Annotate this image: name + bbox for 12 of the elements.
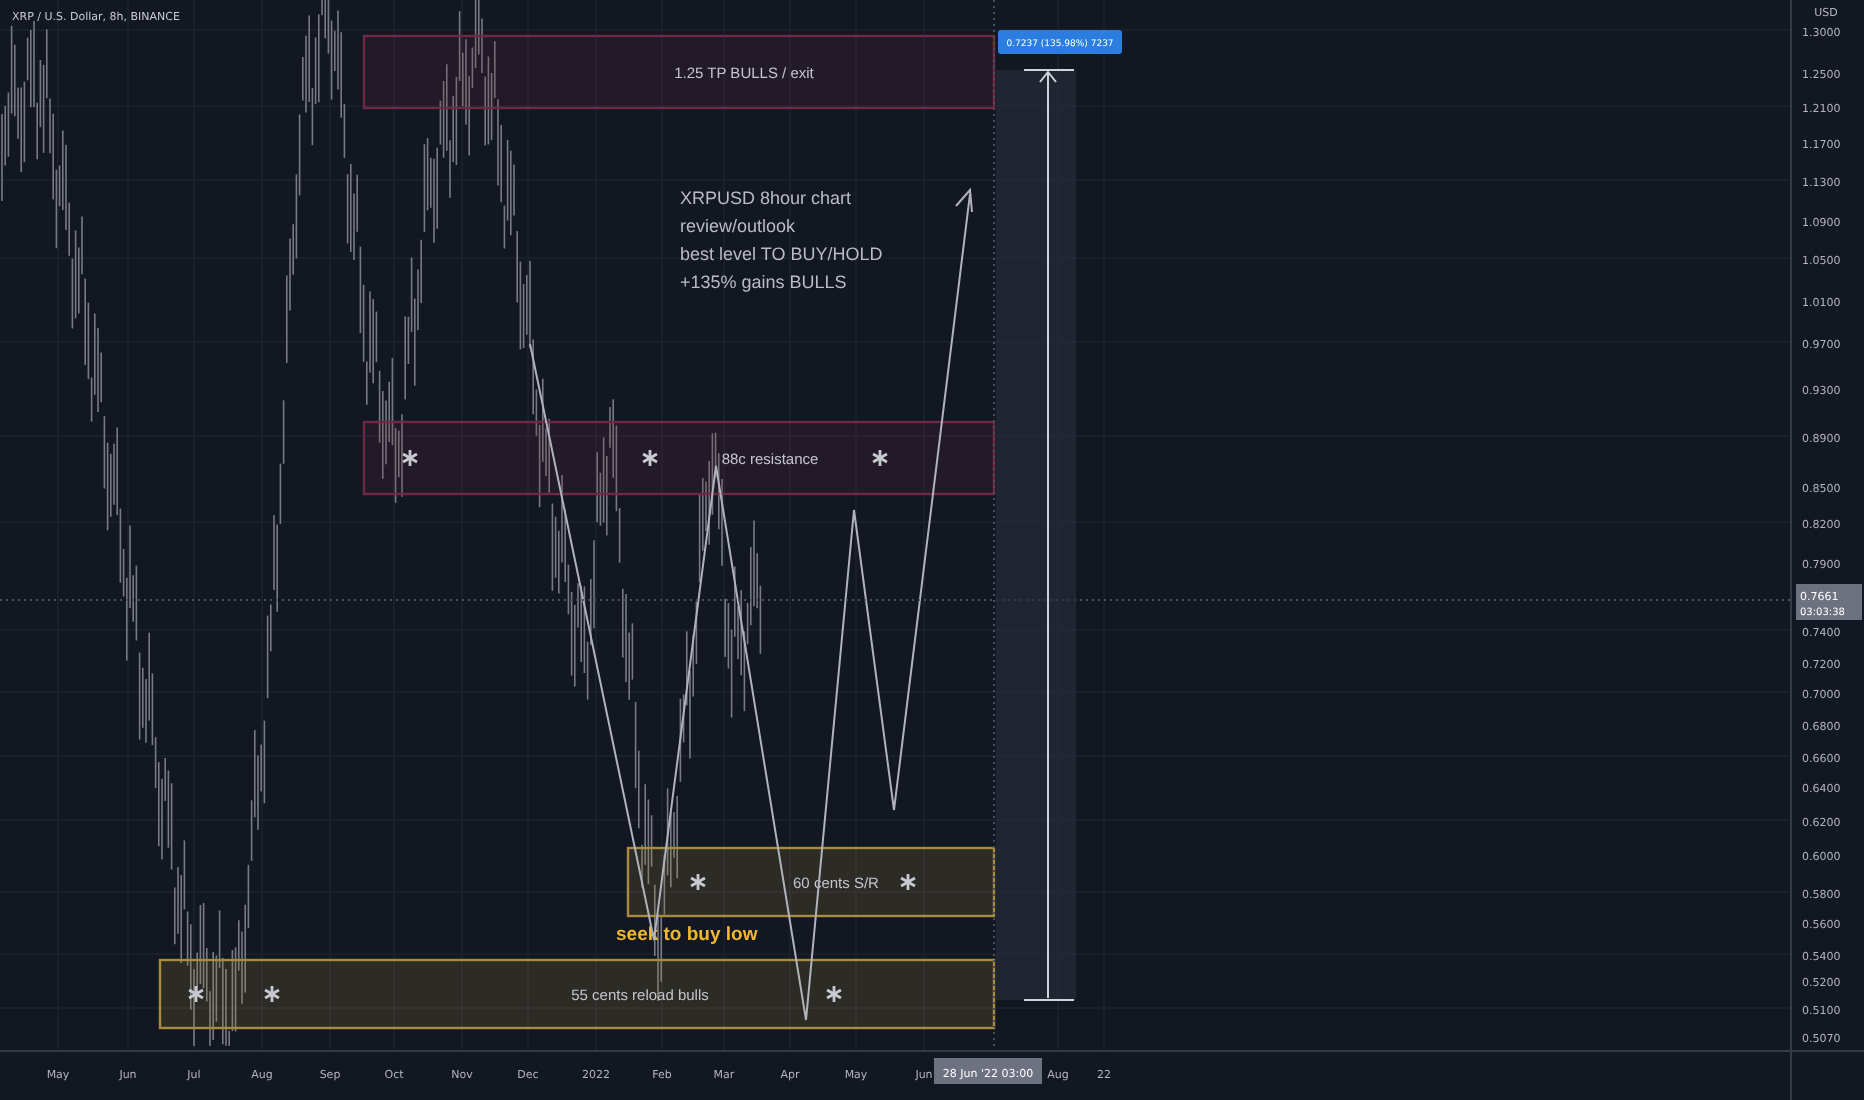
measure-label [998,30,1122,54]
asterisk-icon [826,986,842,1002]
asterisk-icon [900,874,916,890]
asterisk-icon [642,450,658,466]
asterisk-icon [402,450,418,466]
chart-note: XRPUSD 8hour chart review/outlook best level TO BUY/HOLD +135% gains BULLS [680,188,883,292]
asterisk-icon [188,986,204,1002]
asterisk-icon [872,450,888,466]
crosshair-time-tag [934,1058,1042,1084]
current-price-tag [1796,584,1862,620]
asterisk-icon [264,986,280,1002]
asterisk-icon [690,874,706,890]
